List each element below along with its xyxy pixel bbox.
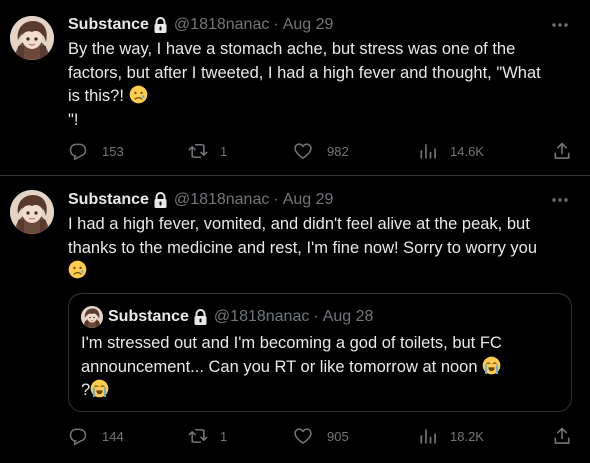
reply-count: 153 (102, 143, 124, 159)
retweet-count: 1 (220, 428, 228, 444)
sad-tear-emoji-icon (68, 260, 87, 279)
tweet-text: I had a high fever, vomited, and didn't … (68, 213, 576, 284)
reply-count: 144 (102, 428, 124, 444)
retweet-icon (188, 426, 208, 446)
like-count: 982 (327, 143, 349, 159)
separator: · (273, 16, 279, 33)
loudly-crying-emoji-icon (90, 379, 109, 398)
view-count: 14.6K (450, 143, 484, 159)
like-button[interactable]: 982 (293, 140, 349, 162)
share-icon (552, 426, 572, 446)
tweet-date[interactable]: Aug 29 (283, 15, 334, 35)
tweet-text-line: factors, but after I tweeted, I had a hi… (68, 63, 541, 82)
tweet-text-line: is this?! (68, 85, 576, 109)
tweet-text: By the way, I have a stomach ache, but s… (68, 38, 576, 132)
tweet-actions: 153 1 982 14.6K (68, 140, 572, 162)
lock-icon (193, 309, 208, 326)
retweet-icon (188, 141, 208, 161)
heart-icon (293, 141, 313, 161)
view-count: 18.2K (450, 428, 484, 444)
like-count: 905 (327, 428, 349, 444)
like-button[interactable]: 905 (293, 425, 349, 447)
tweet-text-line: "! (68, 110, 79, 129)
avatar-image (10, 16, 54, 60)
lock-icon (153, 17, 168, 34)
share-button[interactable] (552, 425, 586, 447)
tweet-actions: 144 1 905 18.2K (68, 425, 572, 447)
author-handle[interactable]: @1818nanac (174, 15, 269, 35)
quoted-text-line: I'm stressed out and I'm becoming a god … (81, 334, 502, 352)
reply-icon (68, 426, 88, 446)
tweet-date[interactable]: Aug 29 (283, 190, 334, 210)
quoted-avatar[interactable] (81, 306, 103, 328)
author-name[interactable]: Substance (68, 190, 149, 210)
more-icon (550, 190, 570, 210)
retweet-button[interactable]: 1 (188, 425, 227, 447)
tweet-text-line: I had a high fever, vomited, and didn't … (68, 215, 530, 233)
avatar-image (81, 306, 103, 328)
timeline: Substance @1818nanac · Aug 29 By the way… (0, 0, 590, 463)
tweet-text-line: thanks to the medicine and rest, I'm fin… (68, 238, 538, 257)
retweet-button[interactable]: 1 (188, 140, 227, 162)
views-icon (418, 426, 438, 446)
more-button[interactable] (548, 190, 572, 210)
views-button[interactable]: 18.2K (418, 425, 484, 447)
tweet-text-line (68, 260, 576, 284)
share-icon (552, 141, 572, 161)
lock-icon (153, 192, 168, 209)
author-name[interactable]: Substance (68, 15, 149, 35)
views-icon (418, 141, 438, 161)
quoted-text-line: ? (81, 379, 559, 403)
avatar[interactable] (10, 16, 54, 60)
quoted-tweet[interactable]: Substance @1818nanac · Aug 28 I'm stress… (68, 293, 572, 412)
share-button[interactable] (552, 140, 586, 162)
quoted-author-name[interactable]: Substance (108, 308, 189, 326)
quoted-author-handle[interactable]: @1818nanac (214, 308, 309, 326)
avatar[interactable] (10, 190, 54, 234)
sad-tear-emoji-icon (129, 85, 148, 104)
quoted-text-fragment: ? (81, 381, 91, 399)
separator: · (273, 191, 279, 208)
tweet-text-line: By the way, I have a stomach ache, but s… (68, 40, 516, 58)
author-handle[interactable]: @1818nanac (174, 190, 269, 210)
more-icon (550, 15, 570, 35)
reply-button[interactable]: 144 (68, 425, 124, 447)
reply-icon (68, 141, 88, 161)
tweet[interactable]: Substance @1818nanac · Aug 29 By the way… (0, 0, 590, 176)
quoted-tweet-text: I'm stressed out and I'm becoming a god … (81, 332, 559, 403)
avatar-image (10, 190, 54, 234)
tweet[interactable]: Substance @1818nanac · Aug 29 I had a hi… (0, 176, 590, 463)
more-button[interactable] (548, 15, 572, 35)
reply-button[interactable]: 153 (68, 140, 124, 162)
quoted-text-fragment: announcement... Can you RT or like tomor… (81, 357, 483, 376)
tweet-header: Substance @1818nanac · Aug 29 (68, 190, 578, 210)
tweet-header: Substance @1818nanac · Aug 29 (68, 15, 578, 35)
tweet-text-fragment: is this?! (68, 87, 129, 105)
quoted-text-line: announcement... Can you RT or like tomor… (81, 356, 559, 380)
views-button[interactable]: 14.6K (418, 140, 484, 162)
quoted-tweet-header: Substance @1818nanac · Aug 28 (108, 307, 373, 327)
quoted-tweet-date[interactable]: Aug 28 (323, 308, 374, 326)
separator: · (313, 308, 319, 325)
heart-icon (293, 426, 313, 446)
retweet-count: 1 (220, 143, 228, 159)
loudly-crying-emoji-icon (482, 356, 501, 375)
